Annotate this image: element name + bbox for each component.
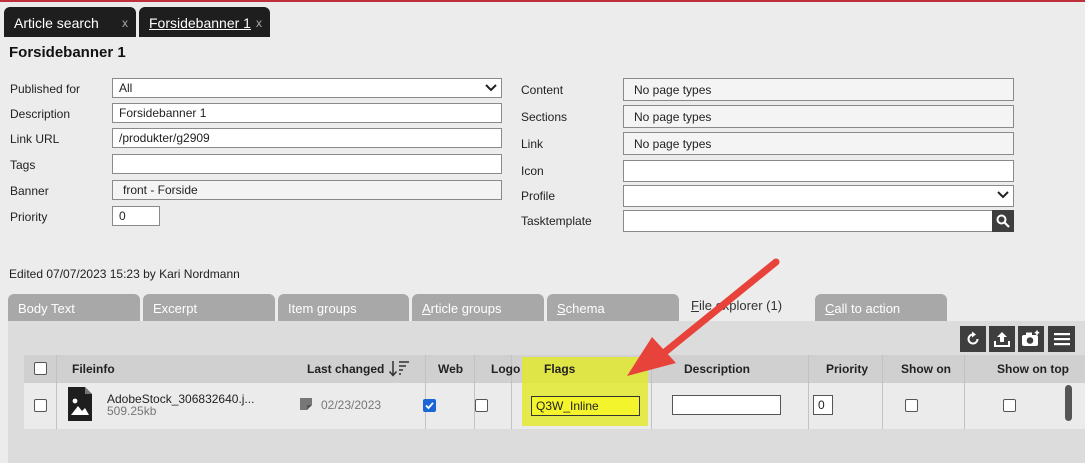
annotation-arrow [627, 258, 780, 376]
